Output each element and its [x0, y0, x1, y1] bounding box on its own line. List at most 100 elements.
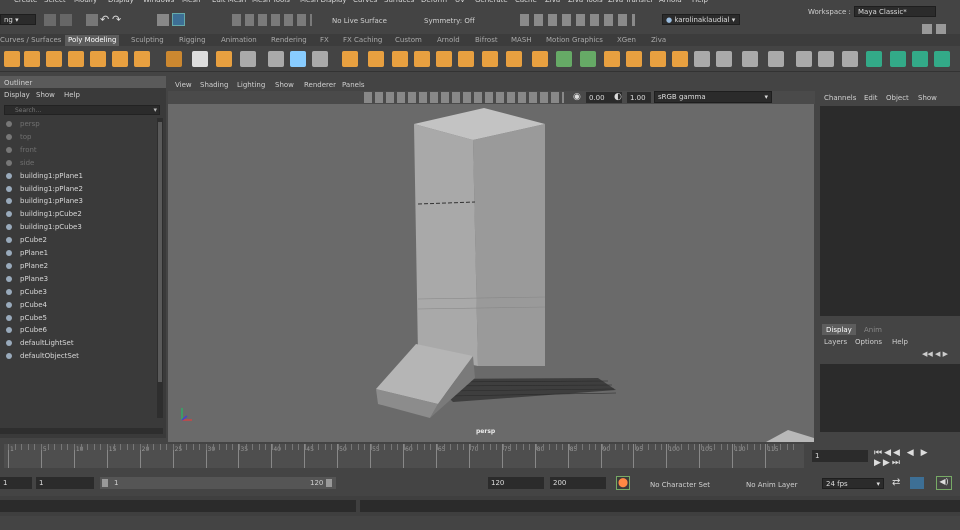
shelf-tab-poly-modeling[interactable]: Poly Modeling [65, 35, 120, 46]
outliner-item[interactable]: pCube6 [6, 324, 47, 336]
shelf-tool-icon[interactable] [866, 51, 882, 67]
shelf-tab-curves-surfaces[interactable]: Curves / Surfaces [0, 35, 64, 46]
fps-dropdown[interactable]: 24 fps ▾ [822, 478, 884, 489]
shelf-tab-bifrost[interactable]: Bifrost [472, 35, 501, 46]
outliner-item[interactable]: building1:pCube2 [6, 208, 82, 220]
open-scene-icon[interactable] [60, 14, 72, 26]
select-object-icon[interactable] [172, 13, 185, 26]
viewport-menu-shading[interactable]: Shading [200, 81, 228, 89]
current-frame-field[interactable]: 1 [812, 450, 868, 462]
shelf-tab-sculpting[interactable]: Sculpting [128, 35, 167, 46]
shelf-tool-icon[interactable] [934, 51, 950, 67]
viewport-toolbar-icons[interactable] [364, 92, 564, 103]
outliner-item[interactable]: defaultObjectSet [6, 350, 79, 362]
menu-create[interactable]: Create [14, 0, 37, 4]
shelf-tool-icon[interactable] [842, 51, 858, 67]
auto-key-icon[interactable]: ⬤ [616, 476, 630, 490]
viewport-menu-panels[interactable]: Panels [342, 81, 365, 89]
character-set-dropdown[interactable]: No Character Set [650, 481, 710, 489]
outliner-menu-display[interactable]: Display [4, 91, 30, 99]
viewport-menu-renderer[interactable]: Renderer [304, 81, 336, 89]
search-dropdown-icon[interactable]: ▾ [153, 106, 157, 114]
menu-surfaces[interactable]: Surfaces [384, 0, 414, 4]
symmetry-label[interactable]: Symmetry: Off [424, 17, 475, 25]
shelf-tool-icon[interactable] [506, 51, 522, 67]
outliner-item[interactable]: building1:pPlane3 [6, 195, 83, 207]
shelf-tool-icon[interactable] [890, 51, 906, 67]
shelf-tool-icon[interactable] [672, 51, 688, 67]
shelf-tool-icon[interactable] [912, 51, 928, 67]
menu-deform[interactable]: Deform [421, 0, 447, 4]
menu-help[interactable]: Help [692, 0, 708, 4]
shelf-tab-mash[interactable]: MASH [508, 35, 535, 46]
playback-end-field[interactable]: 120 [488, 477, 544, 489]
anim-layer-dropdown[interactable]: No Anim Layer [746, 481, 797, 489]
shelf-tool-icon[interactable] [436, 51, 452, 67]
menu-display[interactable]: Display [108, 0, 134, 4]
outliner-scrollbar[interactable] [157, 118, 163, 418]
playback-start-field[interactable]: 1 [36, 477, 94, 489]
outliner-item[interactable]: pCube5 [6, 312, 47, 324]
shelf-tool-icon[interactable] [216, 51, 232, 67]
outliner-menu-help[interactable]: Help [64, 91, 80, 99]
outliner-item[interactable]: side [6, 157, 34, 169]
outliner-item[interactable]: pPlane3 [6, 273, 48, 285]
menu-select[interactable]: Select [44, 0, 66, 4]
shelf-tool-icon[interactable] [392, 51, 408, 67]
shelf-tool-icon[interactable] [650, 51, 666, 67]
shelf-tool-icon[interactable] [312, 51, 328, 67]
anim-end-field[interactable]: 200 [550, 477, 606, 489]
layer-menu-help[interactable]: Help [892, 338, 908, 346]
layer-menu-layers[interactable]: Layers [824, 338, 847, 346]
shelf-tool-icon[interactable] [134, 51, 150, 67]
shelf-tool-icon[interactable] [768, 51, 784, 67]
shelf-tab-rendering[interactable]: Rendering [268, 35, 310, 46]
select-hierarchy-icon[interactable] [157, 14, 169, 26]
shelf-tool-icon[interactable] [796, 51, 812, 67]
outliner-search-input[interactable]: Search... ▾ [4, 105, 160, 115]
workspace-dropdown[interactable]: Maya Classic* [854, 6, 936, 17]
outliner-item[interactable]: building1:pCube3 [6, 221, 82, 233]
render-tools-icons[interactable] [520, 14, 635, 26]
menu-ziva-tools[interactable]: Ziva Tools [568, 0, 603, 4]
viewport-menu-show[interactable]: Show [275, 81, 294, 89]
toggle-panel-icon-2[interactable] [936, 24, 946, 34]
outliner-hscrollbar[interactable] [0, 428, 163, 434]
shelf-tool-icon[interactable] [482, 51, 498, 67]
gamma-field[interactable]: 1.00 [627, 92, 651, 103]
shelf-tab-animation[interactable]: Animation [218, 35, 260, 46]
new-scene-icon[interactable] [44, 14, 56, 26]
menu-ziva[interactable]: Ziva [545, 0, 560, 4]
outliner-item[interactable]: building1:pPlane1 [6, 170, 83, 182]
redo-icon[interactable]: ↷ [112, 13, 121, 26]
layer-tab-display[interactable]: Display [826, 326, 852, 334]
shelf-tab-ziva[interactable]: Ziva [648, 35, 669, 46]
undo-icon[interactable]: ↶ [100, 13, 109, 26]
menu-modify[interactable]: Modify [74, 0, 97, 4]
timeline-ticks[interactable]: 1510152025303540455055606570758085909510… [4, 444, 804, 468]
shelf-tool-icon[interactable] [46, 51, 62, 67]
playback-controls-icons[interactable]: ⏮◀◀ ◀ ▶ ▶▶⏭ [874, 448, 960, 468]
range-slider-track[interactable]: 1 120 [100, 477, 336, 489]
range-handle-start[interactable] [102, 479, 108, 487]
shelf-tab-fx-caching[interactable]: FX Caching [340, 35, 385, 46]
shelf-tool-icon[interactable] [68, 51, 84, 67]
outliner-item[interactable]: defaultLightSet [6, 337, 74, 349]
menu-uv[interactable]: UV [455, 0, 465, 4]
shelf-tool-icon[interactable] [268, 51, 284, 67]
menu-generate[interactable]: Generate [475, 0, 508, 4]
menu-windows[interactable]: Windows [143, 0, 174, 4]
shelf-tool-icon[interactable] [112, 51, 128, 67]
shelf-tool-icon[interactable] [342, 51, 358, 67]
shelf-tab-arnold[interactable]: Arnold [434, 35, 463, 46]
shelf-tab-xgen[interactable]: XGen [614, 35, 639, 46]
outliner-item[interactable]: top [6, 131, 31, 143]
live-surface-label[interactable]: No Live Surface [332, 17, 387, 25]
outliner-item[interactable]: pPlane2 [6, 260, 48, 272]
menu-curves[interactable]: Curves [353, 0, 377, 4]
layer-menu-options[interactable]: Options [855, 338, 882, 346]
snap-tools-icons[interactable] [232, 14, 312, 26]
shelf-tab-fx[interactable]: FX [317, 35, 332, 46]
outliner-item[interactable]: pCube2 [6, 234, 47, 246]
colorspace-dropdown[interactable]: sRGB gamma ▾ [654, 91, 772, 103]
